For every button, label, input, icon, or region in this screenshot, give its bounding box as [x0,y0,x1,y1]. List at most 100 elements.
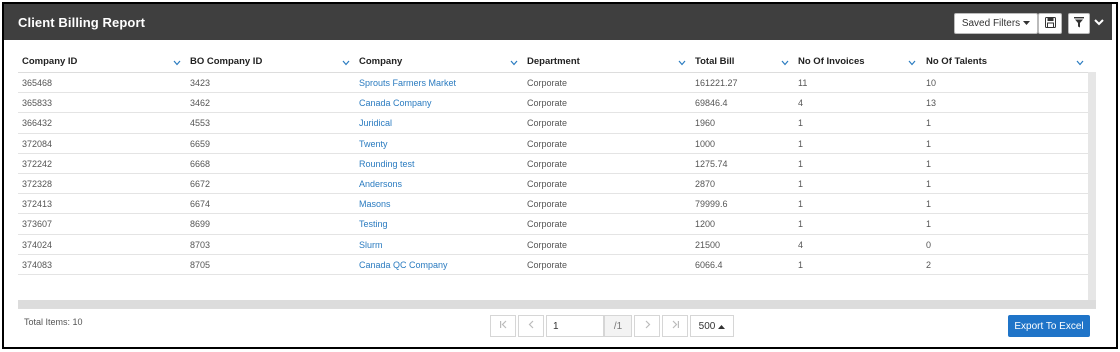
cell-total-bill: 21500 [695,239,721,250]
cell-company-id: 372413 [22,199,53,210]
table-row[interactable]: 366432 4553 Juridical Corporate 1960 1 1 [18,113,1088,134]
page-count: /1 [604,315,632,337]
cell-total-bill: 1960 [695,118,716,129]
cell-no-of-invoices: 4 [798,239,804,250]
save-icon [1044,16,1056,31]
cell-no-of-talents: 1 [926,158,932,169]
cell-total-bill: 69846.4 [695,98,728,109]
cell-department: Corporate [527,118,568,129]
cell-no-of-invoices: 4 [798,98,804,109]
horizontal-scrollbar[interactable] [18,300,1096,308]
table-row[interactable]: 372084 6659 Twenty Corporate 1000 1 1 [18,134,1088,154]
cell-company-id: 373607 [22,219,53,230]
cell-total-bill: 1200 [695,219,716,230]
cell-company-id: 365468 [22,78,53,88]
table-row[interactable]: 365833 3462 Canada Company Corporate 69846.4… [18,93,1088,114]
export-to-excel-button[interactable]: Export To Excel [1008,315,1090,337]
column-header-total-bill[interactable]: Total Bill [695,48,734,72]
column-menu-chevron-icon[interactable] [342,58,350,68]
caret-down-icon [1023,18,1031,29]
cell-company-id: 374024 [22,239,53,250]
page-number-input[interactable]: 1 [546,315,604,337]
cell-department: Corporate [527,219,568,230]
save-button[interactable] [1038,13,1062,34]
cell-bo-company-id: 6674 [190,199,211,210]
column-header-company-id[interactable]: Company ID [22,48,77,72]
cell-no-of-talents: 13 [926,98,937,109]
cell-department: Corporate [527,98,568,109]
table-row[interactable]: 374024 8703 Slurm Corporate 21500 4 0 [18,235,1088,255]
cell-no-of-talents: 10 [926,78,937,88]
column-menu-chevron-icon[interactable] [678,58,686,68]
company-link[interactable]: Canada QC Company [359,260,448,270]
cell-total-bill: 6066.4 [695,259,723,270]
cell-company-id: 372328 [22,179,53,189]
cell-bo-company-id: 6668 [190,158,211,169]
saved-filters-label: Saved Filters [961,18,1021,29]
table-row[interactable]: 372328 6672 Andersons Corporate 2870 1 1 [18,174,1088,195]
caret-up-icon [718,321,726,332]
table-row[interactable]: 372413 6674 Masons Corporate 79999.6 1 1 [18,194,1088,215]
column-menu-chevron-icon[interactable] [510,58,518,68]
cell-total-bill: 79999.6 [695,199,728,210]
filter-button[interactable] [1068,13,1090,34]
page-size-dropdown[interactable]: 500 [690,315,734,337]
cell-no-of-invoices: 1 [798,158,804,169]
first-page-button[interactable] [490,315,516,337]
cell-department: Corporate [527,158,568,169]
company-link[interactable]: Slurm [359,240,383,250]
column-header-no-of-talents[interactable]: No Of Talents [926,48,987,72]
column-menu-chevron-icon[interactable] [908,58,916,68]
page-title: Client Billing Report [18,15,146,30]
cell-company-id: 372242 [22,158,53,169]
title-bar: Client Billing Report Saved Filters [4,4,1112,40]
last-page-button[interactable] [662,315,688,337]
cell-company-id: 372084 [22,138,53,149]
company-link[interactable]: Andersons [359,179,402,189]
column-header-department[interactable]: Department [527,48,580,72]
company-link[interactable]: Canada Company [359,98,432,108]
cell-no-of-invoices: 1 [798,219,804,230]
table-row[interactable]: 374083 8705 Canada QC Company Corporate 6066… [18,255,1088,275]
cell-department: Corporate [527,199,568,210]
column-header-no-of-invoices[interactable]: No Of Invoices [798,48,865,72]
saved-filters-button[interactable]: Saved Filters [954,13,1038,34]
prev-page-button[interactable] [518,315,544,337]
next-page-button[interactable] [634,315,660,337]
chevron-down-icon[interactable] [1094,18,1104,28]
cell-total-bill: 1275.74 [695,158,728,169]
cell-total-bill: 1000 [695,138,716,149]
company-link[interactable]: Twenty [359,139,388,149]
cell-bo-company-id: 6659 [190,138,211,149]
filter-icon [1074,16,1084,31]
cell-no-of-invoices: 1 [798,138,804,149]
grid-header: Company ID BO Company ID Company Department… [18,48,1096,72]
cell-company-id: 365833 [22,98,53,109]
table-row[interactable]: 365468 3423 Sprouts Farmers Market Corporat… [18,73,1088,94]
footer-divider [18,308,1096,309]
cell-bo-company-id: 8699 [190,219,211,230]
cell-no-of-talents: 1 [926,179,932,189]
cell-no-of-talents: 2 [926,259,932,270]
vertical-scrollbar[interactable] [1088,72,1096,300]
cell-department: Corporate [527,239,568,250]
table-row[interactable]: 373607 8699 Testing Corporate 1200 1 1 [18,214,1088,235]
company-link[interactable]: Rounding test [359,159,415,169]
cell-company-id: 366432 [22,118,53,129]
column-menu-chevron-icon[interactable] [173,58,181,68]
cell-department: Corporate [527,138,568,149]
cell-company-id: 374083 [22,259,53,270]
company-link[interactable]: Juridical [359,118,392,128]
column-header-bo-company-id[interactable]: BO Company ID [190,48,262,72]
column-menu-chevron-icon[interactable] [781,58,789,68]
billing-grid: Company ID BO Company ID Company Department… [18,48,1096,308]
column-menu-chevron-icon[interactable] [1076,58,1084,68]
prev-page-icon [527,320,536,332]
table-row[interactable]: 372242 6668 Rounding test Corporate 1275.74 1… [18,154,1088,174]
company-link[interactable]: Testing [359,219,388,229]
cell-no-of-talents: 1 [926,138,932,149]
company-link[interactable]: Sprouts Farmers Market [359,78,456,88]
total-items: Total Items: 10 [24,317,83,327]
column-header-company[interactable]: Company [359,48,402,72]
company-link[interactable]: Masons [359,199,391,209]
